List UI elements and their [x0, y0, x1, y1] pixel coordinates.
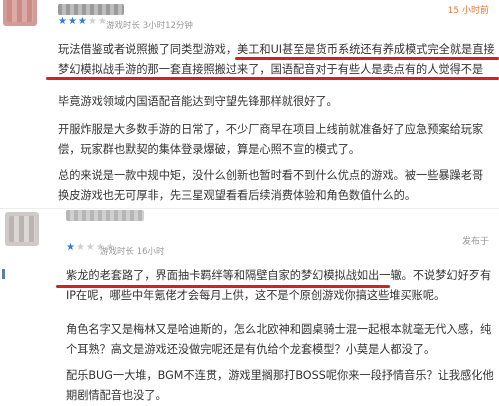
review-line: 配乐BUG一大堆，BGM不连贯，游戏里搁那打BOSS呢你来一段抒情音乐？让我感化…	[66, 369, 494, 382]
review-card-2: ★★★★★ 游戏时长 16小时 发布于 紫龙的老套路了，界面抽卡羁绊等和隔壁自家…	[0, 206, 499, 402]
review-paragraph: 总的来说是一款中规中矩，没什么创新也暂时看不到什么优点的游戏。被一些暴躁老哥 换…	[58, 166, 483, 206]
review-paragraph: 毕竟游戏领域内国语配音能达到守望先锋那样就很好了。	[58, 92, 338, 112]
red-underline	[46, 77, 499, 80]
red-underline	[235, 57, 499, 60]
review-line: 个耳熟？高文是游戏还没做完呢还是有仇给个龙套模型？小莫是人都没了。	[66, 343, 436, 356]
star-icon: ★★	[87, 16, 108, 27]
username-redacted[interactable]	[66, 210, 144, 221]
review-line: IP在呢，哪些中年氪佬才会每月上供，这不是个原创游戏你搞这些堆买账呢。	[66, 289, 446, 302]
star-rating: ★★★★★	[58, 16, 108, 27]
review-card-1: ★★★★★ 游戏时长 3小时12分钟 15 小时前 玩法借鉴或者说照搬了同类型游…	[0, 0, 499, 206]
review-paragraph: 配乐BUG一大堆，BGM不连贯，游戏里搁那打BOSS呢你来一段抒情音乐？让我感化…	[66, 366, 494, 406]
star-icon: ★	[66, 242, 76, 253]
red-underline	[56, 285, 390, 288]
review-line: 换皮游戏也无可厚非，先三星观望看看后续消费体验和角色数值什么的。	[58, 189, 417, 202]
review-paragraph: 角色名字又是梅林又是哈迪斯的，怎么北欧神和圆桌骑士混一起根本就毫无代入感，纯 个…	[66, 320, 491, 360]
avatar[interactable]	[3, 0, 37, 26]
side-marker	[2, 269, 5, 279]
review-line: 总的来说是一款中规中矩，没什么创新也暂时看不到什么优点的游戏。被一些暴躁老哥	[58, 169, 484, 182]
review-line: 紫龙的老套路了，界面抽卡羁绊等和隔壁自家的梦幻模拟战如出一辙。不说梦幻好歹有	[66, 269, 492, 282]
review-line: 开服炸服是大多数手游的日常了，不少厂商早在项目上线前就准备好了应急预案给玩家	[58, 123, 484, 136]
play-time: 游戏时长 3小时12分钟	[106, 21, 193, 31]
review-line: 期剧情配音也没了。	[66, 389, 167, 402]
review-line: 角色名字又是梅林又是哈迪斯的，怎么北欧神和圆桌骑士混一起根本就毫无代入感，纯	[66, 323, 492, 336]
review-paragraph: 玩法借鉴或者说照搬了同类型游戏，美工和UI甚至是货币系统还有养成模式完全就是直接…	[58, 40, 495, 80]
username-redacted[interactable]	[58, 4, 124, 15]
avatar[interactable]	[5, 212, 39, 246]
play-time: 游戏时长 16小时	[100, 247, 165, 257]
review-paragraph: 开服炸服是大多数手游的日常了，不少厂商早在项目上线前就准备好了应急预案给玩家 偿…	[58, 120, 483, 160]
review-line: 毕竟游戏领域内国语配音能达到守望先锋那样就很好了。	[58, 95, 338, 108]
published-label: 发布于	[461, 237, 489, 247]
timestamp: 15 小时前	[447, 6, 489, 16]
star-icon: ★★★	[58, 16, 88, 27]
review-line: 偿，玩家群也默契的集体登录爆破，算是心照不宣的模式了。	[58, 143, 361, 156]
